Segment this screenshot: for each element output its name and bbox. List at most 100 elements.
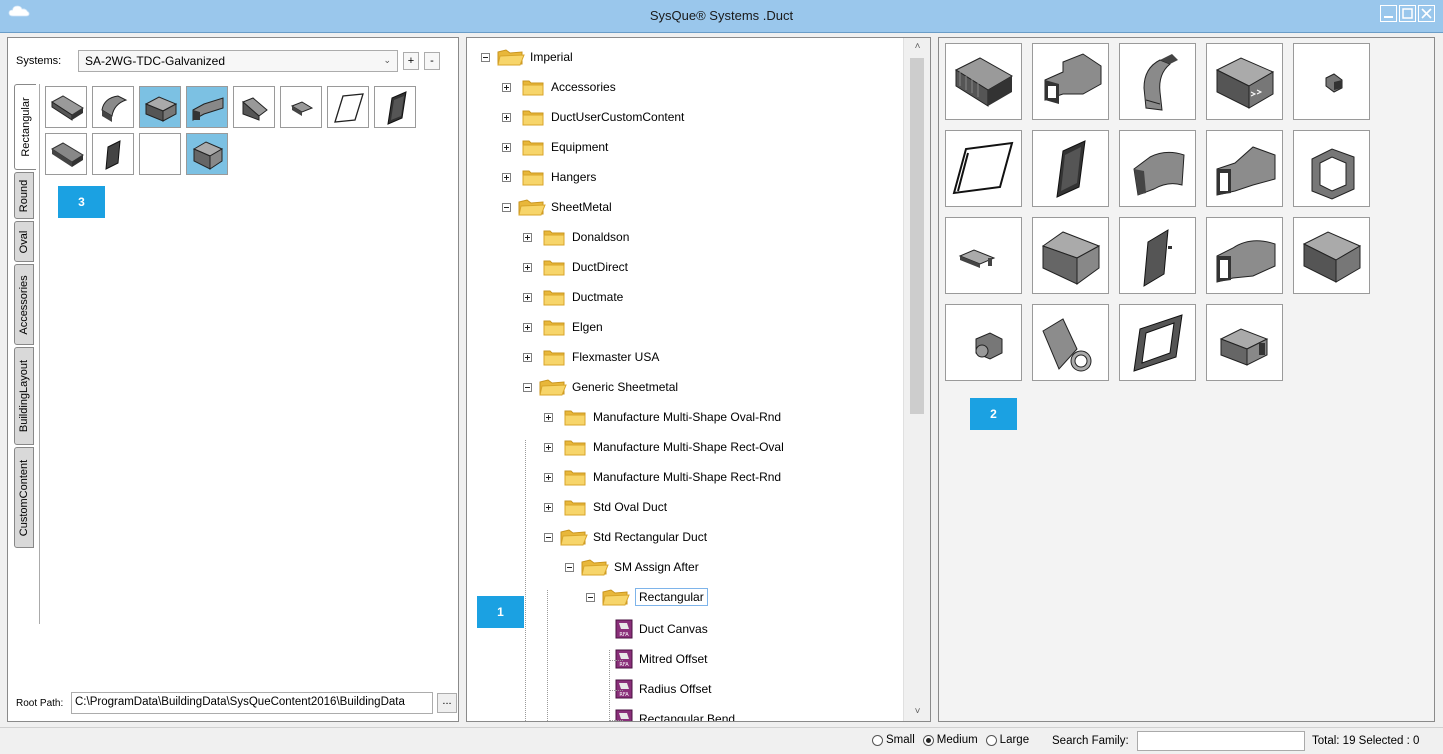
tree-file-item[interactable]: RFA Radius Offset [615,678,711,700]
close-button[interactable] [1418,5,1435,22]
collapse-icon[interactable] [502,202,511,212]
expand-icon[interactable] [502,112,511,122]
folder-icon [564,470,586,486]
tree-folder-item[interactable]: Ductmate [523,286,623,308]
family-silencer[interactable] [1206,43,1283,120]
tree-folder-item[interactable]: Hangers [502,166,596,188]
collapse-icon[interactable] [544,532,553,542]
family-rect-to-round[interactable] [1032,304,1109,381]
family-radius-elbow-2[interactable] [1119,130,1196,207]
add-system-button[interactable]: + [403,52,419,70]
favorite-damper[interactable] [280,86,322,128]
family-flange-frame[interactable] [1119,304,1196,381]
size-small-radio[interactable] [872,734,883,746]
tab-round[interactable]: Round [14,172,34,219]
family-cap[interactable] [1119,217,1196,294]
tree-file-item[interactable]: RFA Duct Canvas [615,618,708,640]
collapse-icon[interactable] [481,52,490,62]
favorite-transition[interactable] [233,86,275,128]
collapse-icon[interactable] [586,592,595,602]
tree-folder-item[interactable]: Manufacture Multi-Shape Oval-Rnd [544,406,781,428]
family-radius-elbow[interactable] [1119,43,1196,120]
family-damper[interactable] [945,217,1022,294]
size-large-label[interactable]: Large [1000,734,1029,746]
tree-folder-item[interactable]: Generic Sheetmetal [523,376,678,398]
family-radius-transition[interactable] [1206,217,1283,294]
favorite-duct-straight[interactable] [45,86,87,128]
family-shoe-tap[interactable] [945,304,1022,381]
favorite-empty[interactable] [139,133,181,175]
tree-folder-item[interactable]: Equipment [502,136,608,158]
expand-icon[interactable] [523,232,532,242]
tab-customcontent[interactable]: CustomContent [14,447,34,548]
favorite-offset[interactable] [186,86,228,128]
tree-scrollbar[interactable]: ˄ ˅ [903,38,930,721]
expand-icon[interactable] [544,472,553,482]
favorite-cap[interactable] [92,133,134,175]
tree-folder-item[interactable]: SheetMetal [502,196,612,218]
minimize-button[interactable] [1380,5,1397,22]
family-frame[interactable] [1293,130,1370,207]
remove-system-button[interactable]: - [424,52,440,70]
tree-folder-item[interactable]: Donaldson [523,226,629,248]
tree-folder-item[interactable]: Elgen [523,316,603,338]
tree-file-item[interactable]: RFARectangular Bend [615,708,735,721]
tree-folder-item[interactable]: Std Oval Duct [544,496,667,518]
expand-icon[interactable] [544,502,553,512]
tree-folder-item[interactable]: Manufacture Multi-Shape Rect-Rnd [544,466,781,488]
browse-button[interactable]: ... [437,693,457,713]
tree-folder-item[interactable]: DuctUserCustomContent [502,106,684,128]
tab-accessories[interactable]: Accessories [14,264,34,345]
tab-rectangular[interactable]: Rectangular [14,84,36,170]
family-filter[interactable] [1032,130,1109,207]
tree-file-item[interactable]: RFA Mitred Offset [615,648,707,670]
expand-icon[interactable] [523,292,532,302]
size-large-radio[interactable] [985,734,997,746]
family-transition-offset[interactable] [1206,130,1283,207]
expand-icon[interactable] [523,352,532,362]
tab-oval[interactable]: Oval [14,221,34,262]
favorite-silencer[interactable] [139,86,181,128]
family-tap[interactable] [1293,43,1370,120]
tree-folder-item[interactable]: Flexmaster USA [523,346,659,368]
expand-icon[interactable] [502,142,511,152]
family-access-door[interactable] [945,130,1022,207]
favorite-duct-lined[interactable] [45,133,87,175]
tree-folder-item[interactable]: Imperial [481,46,573,68]
maximize-button[interactable] [1399,5,1416,22]
tree-folder-item[interactable]: Accessories [502,76,616,98]
size-small-label[interactable]: Small [886,734,915,746]
favorite-box[interactable] [186,133,228,175]
expand-icon[interactable] [544,412,553,422]
favorite-elbow[interactable] [92,86,134,128]
family-duct-lined[interactable] [945,43,1022,120]
tree-folder-item[interactable]: DuctDirect [523,256,628,278]
tree-folder-item[interactable]: Rectangular [586,586,708,608]
duct-elbow-icon [1133,151,1185,196]
collapse-icon[interactable] [565,562,574,572]
family-plenum[interactable] [1032,217,1109,294]
expand-icon[interactable] [502,172,511,182]
expand-icon[interactable] [502,82,511,92]
favorite-plate[interactable] [374,86,416,128]
size-medium-radio[interactable] [922,734,934,746]
search-family-input[interactable] [1137,731,1305,751]
favorite-panel[interactable] [327,86,369,128]
tree-folder-item[interactable]: Manufacture Multi-Shape Rect-Oval [544,436,784,458]
scroll-down-icon[interactable]: ˅ [904,703,931,721]
tab-buildinglayout[interactable]: BuildingLayout [14,347,34,445]
family-silencer-2[interactable] [1293,217,1370,294]
root-path-input[interactable]: C:\ProgramData\BuildingData\SysQueConten… [71,692,433,714]
expand-icon[interactable] [544,442,553,452]
systems-dropdown[interactable]: SA-2WG-TDC-Galvanized ⌄ [78,50,398,72]
expand-icon[interactable] [523,322,532,332]
size-medium-label[interactable]: Medium [937,734,978,746]
tree-folder-item[interactable]: Std Rectangular Duct [544,526,707,548]
tree-folder-item[interactable]: SM Assign After [565,556,699,578]
family-coupling[interactable] [1206,304,1283,381]
collapse-icon[interactable] [523,382,532,392]
scroll-up-icon[interactable]: ˄ [904,38,931,56]
family-mitred-offset[interactable] [1032,43,1109,120]
scroll-thumb[interactable] [910,58,924,414]
expand-icon[interactable] [523,262,532,272]
